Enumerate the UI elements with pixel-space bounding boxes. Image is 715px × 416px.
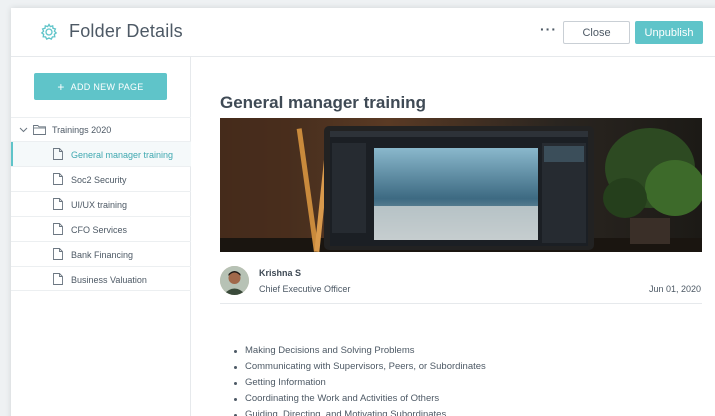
bullet-list: Making Decisions and Solving Problems Co… — [232, 343, 486, 416]
folder-label: Trainings 2020 — [52, 125, 112, 135]
author-role: Chief Executive Officer — [259, 284, 351, 294]
sidebar-item-general-manager-training[interactable]: General manager training — [11, 141, 191, 166]
sidebar-item-label: Bank Financing — [71, 250, 134, 260]
hero-image — [220, 118, 702, 252]
sidebar-item-cfo-services[interactable]: CFO Services — [11, 216, 191, 241]
document-icon — [53, 173, 63, 185]
sidebar-item-label: UI/UX training — [71, 200, 128, 210]
sidebar-item-business-valuation[interactable]: Business Valuation — [11, 266, 191, 291]
publish-date: Jun 01, 2020 — [648, 284, 701, 294]
document-icon — [53, 273, 63, 285]
add-new-page-label: ADD NEW PAGE — [70, 81, 144, 92]
sidebar-item-label: Soc2 Security — [71, 175, 127, 185]
sidebar: + ADD NEW PAGE Trainings 2020 General ma… — [11, 57, 191, 416]
document-icon — [53, 223, 63, 235]
page-header-title: Folder Details — [69, 21, 183, 41]
page-title: General manager training — [220, 93, 426, 112]
divider — [220, 303, 702, 304]
add-new-page-button[interactable]: + ADD NEW PAGE — [34, 73, 167, 100]
sidebar-item-label: Business Valuation — [71, 275, 147, 285]
folder-tree-item[interactable]: Trainings 2020 — [11, 117, 191, 141]
chevron-down-icon[interactable] — [19, 125, 28, 134]
list-item: Making Decisions and Solving Problems — [232, 343, 486, 359]
sidebar-item-bank-financing[interactable]: Bank Financing — [11, 241, 191, 266]
folder-icon — [33, 125, 46, 135]
header-bar: Folder Details ··· Close Unpublish — [11, 8, 715, 57]
document-icon — [53, 248, 63, 260]
author-name: Krishna S — [259, 268, 302, 278]
list-item: Guiding, Directing, and Motivating Subor… — [232, 407, 486, 416]
sidebar-item-label: General manager training — [71, 150, 174, 160]
unpublish-button[interactable]: Unpublish — [635, 21, 703, 44]
app-window: Folder Details ··· Close Unpublish + ADD… — [11, 8, 715, 416]
gear-icon — [40, 23, 58, 40]
more-options-button[interactable]: ··· — [540, 21, 557, 37]
close-button[interactable]: Close — [563, 21, 630, 44]
document-icon — [53, 148, 63, 160]
sidebar-item-ui-ux-training[interactable]: UI/UX training — [11, 191, 191, 216]
main-content: General manager training Krishna S Chief… — [191, 57, 715, 416]
person-icon — [220, 266, 249, 295]
list-item: Coordinating the Work and Activities of … — [232, 391, 486, 407]
sidebar-item-label: CFO Services — [71, 225, 128, 235]
list-item: Communicating with Supervisors, Peers, o… — [232, 359, 486, 375]
sidebar-item-soc2-security[interactable]: Soc2 Security — [11, 166, 191, 191]
avatar — [220, 266, 249, 295]
document-icon — [53, 198, 63, 210]
plus-icon: + — [57, 79, 65, 94]
list-item: Getting Information — [232, 375, 486, 391]
